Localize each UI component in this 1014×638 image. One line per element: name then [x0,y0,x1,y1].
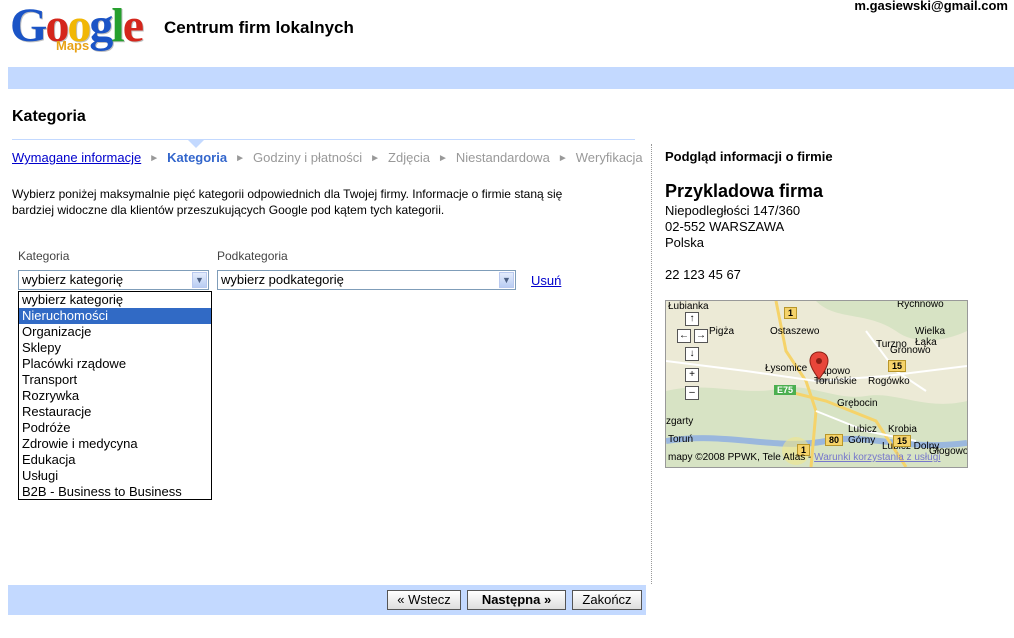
map-attribution: mapy ©2008 PPWK, Tele Atlas - Warunki ko… [668,452,940,463]
step-separator: ► [437,153,448,164]
road-label-80: 80 [825,434,844,446]
step-custom: Niestandardowa [455,150,550,165]
map-place-krobia: Krobia [888,424,917,435]
current-step-pointer [188,140,204,148]
zoom-in-icon[interactable]: + [685,368,699,382]
dropdown-option[interactable]: Rozrywka [19,388,211,404]
dropdown-option[interactable]: Sklepy [19,340,211,356]
app-title: Centrum firm lokalnych [164,18,354,37]
road-label-15: 15 [888,360,907,372]
steps-divider [12,139,635,140]
map-place-gorny: Górny [848,435,876,446]
preview-heading: Podgląd informacji o firmie [665,149,833,164]
map-place-rogowko: Rogówko [868,376,910,387]
map-place-gronowo: Gronowo [890,345,931,356]
map-preview[interactable]: Łubianka Rychnowo Pigża Ostaszewo Wielka… [665,300,968,468]
step-category: Kategoria [167,150,228,165]
step-separator: ► [235,153,245,164]
business-address-line1: Niepodległości 147/360 [665,203,801,218]
category-select[interactable]: wybierz kategorię ▼ [18,270,209,290]
step-required-info[interactable]: Wymagane informacje [12,150,141,165]
user-email: m.gasiewski@gmail.com [854,0,1008,13]
logo-letter: l [111,0,124,52]
map-terms-link[interactable]: Warunki korzystania z usługi [814,452,940,463]
map-place-ostaszewo: Ostaszewo [770,326,820,337]
subcategory-label: Podkategoria [217,249,288,263]
step-photos: Zdjęcia [388,150,430,165]
intro-text: Wybierz poniżej maksymalnie pięć kategor… [12,187,563,217]
dropdown-option[interactable]: Podróże [19,420,211,436]
dropdown-option[interactable]: Nieruchomości [19,308,211,324]
remove-link[interactable]: Usuń [531,273,561,288]
pan-right-icon[interactable]: → [694,329,708,343]
business-address-line2: 02-552 WARSZAWA [665,219,785,234]
category-dropdown-list[interactable]: wybierz kategorię Nieruchomości Organizacj… [18,291,212,500]
map-place-torun: Toruń [668,434,694,445]
category-label: Kategoria [18,249,70,263]
map-marker-icon[interactable] [808,351,830,383]
top-bar [8,67,1014,89]
finish-button[interactable]: Zakończ [572,590,642,610]
logo-letter: g [89,0,113,52]
map-attribution-text: mapy ©2008 PPWK, Tele Atlas - [668,452,812,463]
back-button[interactable]: « Wstecz [387,590,461,610]
map-place-lubianka: Łubianka [668,301,709,312]
map-place-lysomice: Łysomice [765,363,808,374]
page-title: Kategoria [12,108,86,125]
dropdown-option[interactable]: Restauracje [19,404,211,420]
subcategory-select[interactable]: wybierz podkategorię ▼ [217,270,516,290]
step-hours-payments: Godziny i płatności [253,150,363,165]
map-place-lubicz: Lubicz [848,424,877,435]
road-label-e75: E75 [774,385,797,395]
business-phone: 22 123 45 67 [665,267,741,282]
wizard-steps: Wymagane informacje ► Kategoria ► Godziny i … [12,150,643,165]
dropdown-option[interactable]: Organizacje [19,324,211,340]
dropdown-option[interactable]: B2B - Business to Business [19,484,211,500]
dropdown-option[interactable]: Edukacja [19,452,211,468]
pan-left-icon[interactable]: ← [677,329,691,343]
dropdown-option[interactable]: Usługi [19,468,211,484]
dropdown-option[interactable]: wybierz kategorię [19,292,211,308]
dropdown-option[interactable]: Zdrowie i medycyna [19,436,211,452]
map-place-pigza: Pigża [709,326,735,337]
chevron-down-icon[interactable]: ▼ [192,272,207,288]
column-divider [651,144,652,584]
map-place-rychnowo: Rychnowo [897,300,944,310]
maps-logo-sub: Maps [56,38,90,53]
step-separator: ► [370,153,381,164]
pan-up-icon[interactable]: ↑ [685,312,699,326]
map-place-zgarty: zgarty [666,416,694,427]
zoom-out-icon[interactable]: – [685,386,699,400]
pan-down-icon[interactable]: ↓ [685,347,699,361]
step-verification: Weryfikacja [575,150,643,165]
dropdown-option[interactable]: Placówki rządowe [19,356,211,372]
category-select-value: wybierz kategorię [22,272,124,287]
business-name: Przykladowa firma [665,181,824,201]
business-country: Polska [665,235,705,250]
step-separator: ► [557,153,568,164]
map-place-grebocin: Grębocin [837,398,878,409]
subcategory-select-value: wybierz podkategorię [221,272,344,287]
dropdown-option[interactable]: Transport [19,372,211,388]
road-label-15b: 15 [893,435,912,447]
chevron-down-icon[interactable]: ▼ [499,272,514,288]
step-separator: ► [149,153,160,164]
next-button[interactable]: Następna » [467,590,566,610]
logo-letter: G [10,0,47,52]
logo-letter: e [122,0,144,52]
road-label-1: 1 [784,307,798,319]
